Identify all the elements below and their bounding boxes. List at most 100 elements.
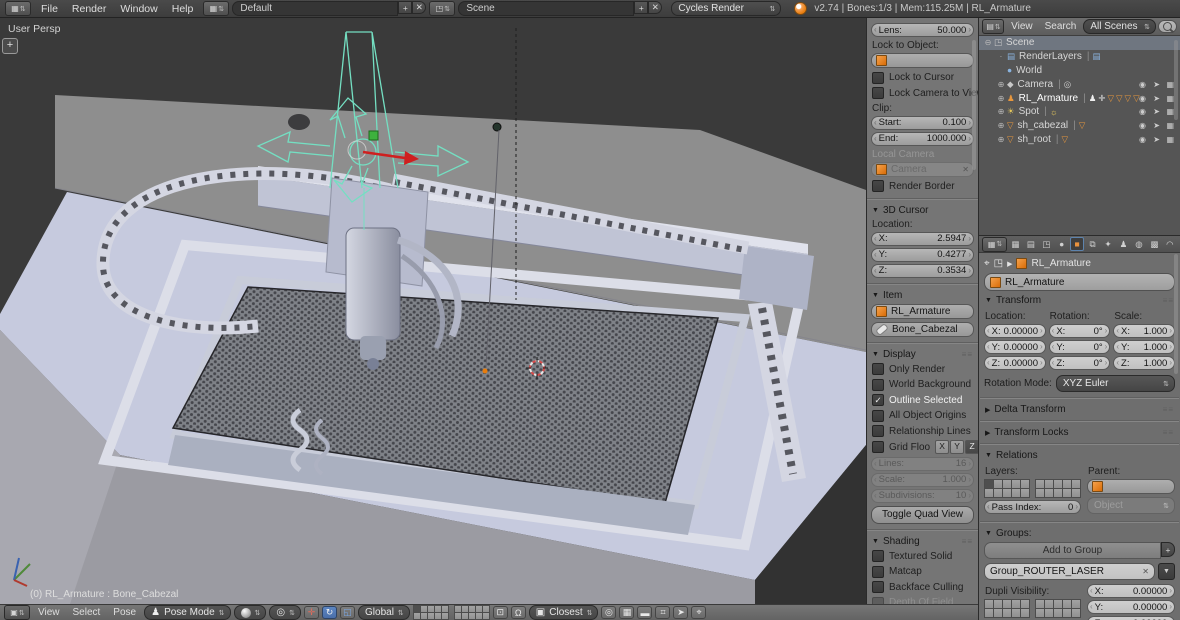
lock-object-field[interactable] <box>871 53 974 68</box>
step-right-icon[interactable]: › <box>968 251 971 259</box>
panel-header[interactable]: ▶Delta Transform≡≡ <box>985 404 1174 415</box>
step-right-icon[interactable]: › <box>968 492 971 500</box>
clip-start-field[interactable]: ‹Start:0.100› <box>871 116 974 130</box>
editor-type-button[interactable]: ▦⇅ <box>5 1 31 16</box>
renderability-toggle[interactable]: ▦ <box>1166 94 1174 103</box>
layer-cell[interactable] <box>442 606 448 612</box>
checkbox-box[interactable] <box>872 180 884 192</box>
number-field[interactable]: ‹Lines:16› <box>871 457 974 471</box>
step-right-icon[interactable]: › <box>1105 327 1108 335</box>
selectability-toggle[interactable]: ➤ <box>1153 121 1160 130</box>
outliner-search-input[interactable] <box>1158 20 1177 33</box>
axis-x-button[interactable]: X <box>935 440 949 454</box>
panel-header[interactable]: ▼Groups: <box>985 528 1174 539</box>
pin-icon[interactable]: ⌖ <box>984 258 990 269</box>
checkbox[interactable]: Textured Solid <box>872 550 973 563</box>
layer-cell[interactable] <box>421 613 427 619</box>
axis-z-button[interactable]: Z <box>965 440 978 454</box>
tab-renderlayers[interactable]: ▤ <box>1024 237 1038 251</box>
lock-camera-checkbox[interactable]: Lock Camera to View <box>872 87 973 100</box>
layer-cell[interactable] <box>985 480 993 488</box>
step-left-icon[interactable]: ‹ <box>874 460 877 468</box>
renderability-toggle[interactable]: ▦ <box>1166 135 1174 144</box>
add-scene-button[interactable]: + <box>634 1 648 14</box>
layer-cell[interactable] <box>1063 609 1071 617</box>
snap-target-button[interactable]: ◎ <box>601 606 616 619</box>
checkbox-box[interactable]: ✓ <box>872 394 884 406</box>
step-right-icon[interactable]: › <box>1105 343 1108 351</box>
render-border-checkbox[interactable]: Render Border <box>872 180 973 193</box>
checkbox[interactable]: Relationship Lines <box>872 425 973 438</box>
layer-cell[interactable] <box>442 613 448 619</box>
grid-floor-checkbox[interactable]: Grid FlooXYZ <box>872 440 973 454</box>
menu-help[interactable]: Help <box>165 3 201 15</box>
outliner-row-camera[interactable]: ⊕◆Camera|◎◉➤▦ <box>979 77 1180 91</box>
outliner-scrollbar[interactable] <box>1174 40 1178 120</box>
step-right-icon[interactable]: › <box>968 476 971 484</box>
tab-chain[interactable]: ⧉ <box>1085 237 1099 251</box>
region-expand-button[interactable]: + <box>2 38 18 54</box>
number-field[interactable]: ‹Y:0.00000› <box>1087 600 1175 614</box>
step-left-icon[interactable]: ‹ <box>874 251 877 259</box>
number-field[interactable]: ‹X:0.00000› <box>984 324 1046 338</box>
step-left-icon[interactable]: ‹ <box>1052 343 1055 351</box>
layer-cell[interactable] <box>469 606 475 612</box>
tab-object[interactable]: ■ <box>1070 237 1085 251</box>
layer-cell[interactable] <box>1072 480 1080 488</box>
expander-icon[interactable]: ⊖ <box>983 38 993 47</box>
step-right-icon[interactable]: › <box>968 235 971 243</box>
step-right-icon[interactable]: › <box>968 119 971 127</box>
panel-header[interactable]: ▼Item <box>872 290 973 301</box>
layer-cell[interactable] <box>1054 600 1062 608</box>
number-field[interactable]: ‹X:1.000› <box>1113 324 1175 338</box>
layer-cell[interactable] <box>455 613 461 619</box>
rotate-manipulator-button[interactable]: ↻ <box>322 606 337 619</box>
layer-cell[interactable] <box>1021 609 1029 617</box>
panel-header[interactable]: ▼Display≡≡ <box>872 349 973 360</box>
layer-cell[interactable] <box>483 606 489 612</box>
layer-cell[interactable] <box>455 606 461 612</box>
cursor-y-field[interactable]: ‹Y:0.4277› <box>871 248 974 262</box>
checkbox-box[interactable] <box>872 597 884 605</box>
selectability-toggle[interactable]: ➤ <box>1153 94 1160 103</box>
checkbox-box[interactable] <box>872 72 884 84</box>
layer-cell[interactable] <box>435 613 441 619</box>
parent-type-dropdown[interactable]: Object⇅ <box>1087 497 1175 514</box>
tab-scene[interactable]: ◳ <box>1039 237 1053 251</box>
step-left-icon[interactable]: ‹ <box>874 476 877 484</box>
visibility-toggle[interactable]: ◉ <box>1139 121 1146 130</box>
layer-cell[interactable] <box>1036 480 1044 488</box>
layer-cell[interactable] <box>1003 480 1011 488</box>
step-left-icon[interactable]: ‹ <box>874 135 877 143</box>
lens-field[interactable]: ‹Lens:50.000› <box>871 23 974 37</box>
checkbox-box[interactable] <box>872 410 884 422</box>
outliner-row-world[interactable]: ●World <box>979 64 1180 78</box>
visibility-toggle[interactable]: ◉ <box>1139 94 1146 103</box>
panel-header[interactable]: ▼Relations <box>985 450 1174 461</box>
layer-cell[interactable] <box>428 613 434 619</box>
layer-cell[interactable] <box>985 489 993 497</box>
proportional-edit-button[interactable]: ⌗ <box>655 606 670 619</box>
number-field[interactable]: ‹Scale:1.000› <box>871 473 974 487</box>
layer-cell[interactable] <box>1012 600 1020 608</box>
tab-armature[interactable]: ♟ <box>1116 237 1130 251</box>
delete-layout-button[interactable]: ✕ <box>412 1 426 14</box>
tab-render[interactable]: ▦ <box>1008 237 1022 251</box>
local-camera-field[interactable]: Camera✕ <box>871 162 974 177</box>
screen-layout-icon[interactable]: ▦⇅ <box>203 1 229 16</box>
step-left-icon[interactable]: ‹ <box>1052 359 1055 367</box>
number-field[interactable]: ‹Z:1.000› <box>1113 356 1175 370</box>
lock-to-cursor-checkbox[interactable]: Lock to Cursor <box>872 71 973 84</box>
tab-curve[interactable]: ◠ <box>1163 237 1177 251</box>
layer-cell[interactable] <box>476 606 482 612</box>
outliner-row-spot[interactable]: ⊕☀Spot|☼◉➤▦ <box>979 105 1180 119</box>
checkbox-box[interactable] <box>872 87 884 99</box>
step-right-icon[interactable]: › <box>968 267 971 275</box>
step-right-icon[interactable]: › <box>968 135 971 143</box>
cursor-z-field[interactable]: ‹Z:0.3534› <box>871 264 974 278</box>
spot-lamp[interactable] <box>493 123 501 131</box>
layer-cell[interactable] <box>1003 489 1011 497</box>
checkbox[interactable]: ✓Outline Selected <box>872 394 973 407</box>
layer-cell[interactable] <box>1036 609 1044 617</box>
snap-magnet-button[interactable]: Ω <box>511 606 526 619</box>
